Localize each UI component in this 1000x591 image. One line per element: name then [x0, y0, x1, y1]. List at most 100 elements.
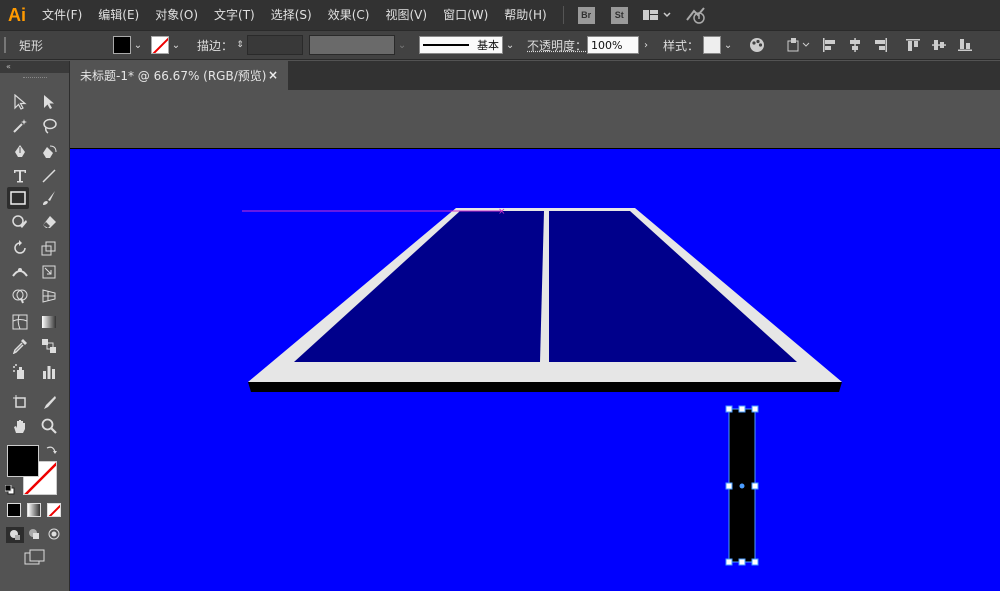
canvas-area[interactable]: ×: [70, 90, 1000, 591]
symbol-sprayer-tool-icon[interactable]: [9, 361, 31, 383]
stroke-swatch[interactable]: [151, 36, 169, 54]
align-center-icon[interactable]: [845, 35, 865, 55]
menu-type[interactable]: 文字(T): [206, 0, 263, 30]
scale-tool-icon[interactable]: [38, 237, 60, 259]
width-tool-icon[interactable]: [9, 261, 31, 283]
tools-panel: «: [0, 61, 70, 591]
menu-window[interactable]: 窗口(W): [435, 0, 496, 30]
chevron-down-icon[interactable]: ⌄: [169, 36, 183, 54]
mesh-tool-icon[interactable]: [9, 311, 31, 333]
align-to-icon[interactable]: [785, 35, 813, 55]
menu-bar: Ai 文件(F) 编辑(E) 对象(O) 文字(T) 选择(S) 效果(C) 视…: [0, 0, 1000, 30]
default-colors-icon[interactable]: [4, 484, 15, 498]
direct-selection-tool-icon[interactable]: [38, 91, 60, 113]
close-icon[interactable]: ×: [268, 68, 278, 82]
swap-colors-icon[interactable]: [45, 444, 57, 459]
rotate-tool-icon[interactable]: [9, 237, 31, 259]
draw-inside-icon[interactable]: [47, 527, 61, 544]
artboard[interactable]: ×: [70, 148, 1000, 591]
screen-mode-icon[interactable]: [24, 549, 46, 568]
menu-effect[interactable]: 效果(C): [320, 0, 378, 30]
perspective-grid-tool-icon[interactable]: [38, 285, 60, 307]
fill-color-swatch[interactable]: [7, 445, 39, 477]
draw-normal-icon[interactable]: [6, 527, 24, 543]
stroke-label: 描边：: [197, 38, 234, 53]
draw-behind-icon[interactable]: [27, 527, 41, 544]
shape-builder-tool-icon[interactable]: [9, 285, 31, 307]
artboard-tool-icon[interactable]: [9, 391, 31, 413]
object-type-label: 矩形: [19, 37, 107, 54]
magic-wand-tool-icon[interactable]: [9, 115, 31, 137]
menu-help[interactable]: 帮助(H): [496, 0, 554, 30]
center-point: [739, 483, 745, 489]
brush-label: 基本: [477, 39, 500, 52]
gradient-tool-icon[interactable]: [38, 311, 60, 333]
brush-definition[interactable]: 基本: [419, 36, 504, 54]
document-tab-bar: 未标题-1* @ 66.67% (RGB/预览) ×: [70, 61, 1000, 90]
bridge-button[interactable]: Br: [577, 6, 595, 24]
pen-tool-icon[interactable]: [9, 141, 31, 163]
stepper-icon[interactable]: ⇕: [233, 36, 247, 54]
menu-edit[interactable]: 编辑(E): [90, 0, 147, 30]
menu-file[interactable]: 文件(F): [34, 0, 90, 30]
type-tool-icon[interactable]: [9, 165, 31, 187]
align-left-icon[interactable]: [819, 35, 839, 55]
slice-tool-icon[interactable]: [38, 391, 60, 413]
control-bar: 矩形 ⌄ ⌄ 描边： ⇕ ⌄ 基本 ⌄ 不透明度： 100% › 样式： ⌄: [0, 30, 1000, 60]
gpu-performance-icon[interactable]: [684, 6, 708, 24]
fill-swatch[interactable]: [113, 36, 131, 54]
gradient-mode-icon[interactable]: [27, 503, 41, 517]
stock-button[interactable]: St: [610, 6, 628, 24]
paintbrush-tool-icon[interactable]: [38, 187, 60, 209]
recolor-artwork-icon[interactable]: [747, 35, 767, 55]
menu-select[interactable]: 选择(S): [263, 0, 320, 30]
rectangle-tool-icon[interactable]: [7, 187, 29, 209]
chevron-down-icon[interactable]: ⌄: [395, 36, 409, 54]
panel-grip[interactable]: [22, 77, 47, 80]
stroke-control[interactable]: ⌄: [151, 36, 183, 54]
table-front-edge[interactable]: [248, 382, 842, 392]
line-segment-tool-icon[interactable]: [38, 165, 60, 187]
opacity-input[interactable]: 100%: [587, 36, 640, 54]
eyedropper-tool-icon[interactable]: [9, 335, 31, 357]
chevron-down-icon[interactable]: ⌄: [131, 36, 145, 54]
none-mode-icon[interactable]: [47, 503, 61, 517]
free-transform-tool-icon[interactable]: [38, 261, 60, 283]
selection-tool-icon[interactable]: [9, 91, 31, 113]
menu-view[interactable]: 视图(V): [377, 0, 435, 30]
lasso-tool-icon[interactable]: [38, 115, 60, 137]
table-surface-left[interactable]: [294, 211, 544, 362]
align-middle-icon[interactable]: [929, 35, 949, 55]
stroke-weight-input[interactable]: [247, 35, 304, 55]
shaper-tool-icon[interactable]: [9, 211, 31, 233]
document-tab[interactable]: 未标题-1* @ 66.67% (RGB/预览) ×: [70, 61, 288, 90]
workspace-layout-icon[interactable]: [642, 8, 672, 22]
align-right-icon[interactable]: [871, 35, 891, 55]
menu-divider: [562, 6, 564, 24]
zoom-tool-icon[interactable]: [38, 415, 60, 437]
chevron-down-icon[interactable]: ⌄: [721, 36, 735, 54]
opacity-label: 不透明度：: [527, 38, 588, 53]
eraser-tool-icon[interactable]: [38, 211, 60, 233]
chevron-right-icon[interactable]: ›: [639, 36, 653, 54]
menu-object[interactable]: 对象(O): [147, 0, 206, 30]
color-mode-icon[interactable]: [7, 503, 21, 517]
curvature-tool-icon[interactable]: [38, 141, 60, 163]
fill-control[interactable]: ⌄: [113, 36, 145, 54]
column-graph-tool-icon[interactable]: [38, 361, 60, 383]
brush-definition-group[interactable]: 基本 ⌄: [419, 36, 517, 54]
chevron-down-icon[interactable]: ⌄: [503, 36, 517, 54]
tools-panel-header[interactable]: «: [0, 61, 69, 73]
document-tab-title: 未标题-1* @ 66.67% (RGB/预览): [80, 69, 267, 83]
align-top-icon[interactable]: [903, 35, 923, 55]
graphic-style-swatch[interactable]: [703, 36, 722, 54]
app-logo: Ai: [8, 4, 26, 25]
style-label: 样式：: [663, 38, 700, 53]
panel-grip[interactable]: [3, 36, 17, 54]
opacity-group: 不透明度： 100% ›: [527, 36, 653, 54]
variable-width-profile[interactable]: [309, 35, 396, 55]
blend-tool-icon[interactable]: [38, 335, 60, 357]
align-bottom-icon[interactable]: [955, 35, 975, 55]
hand-tool-icon[interactable]: [9, 415, 31, 437]
table-surface-right[interactable]: [549, 211, 797, 362]
